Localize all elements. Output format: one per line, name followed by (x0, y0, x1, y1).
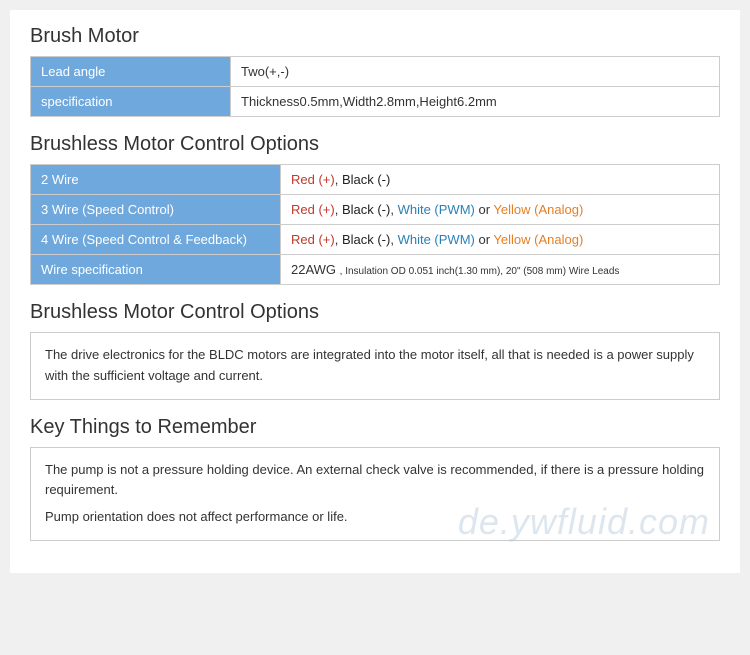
brushless-options-title: Brushless Motor Control Options (30, 133, 720, 156)
wire-spec-value: 22AWG , Insulation OD 0.051 inch(1.30 mm… (281, 255, 720, 285)
3wire-yellow: Yellow (Analog) (493, 202, 583, 217)
wire-spec-detail: , Insulation OD 0.051 inch(1.30 mm), 20"… (340, 266, 620, 277)
4wire-yellow: Yellow (Analog) (493, 232, 583, 247)
lead-angle-value: Two(+,-) (231, 57, 720, 87)
4wire-white: White (PWM) (398, 232, 475, 247)
2wire-label: 2 Wire (31, 165, 281, 195)
key-thing-2: Pump orientation does not affect perform… (45, 507, 705, 528)
3wire-label: 3 Wire (Speed Control) (31, 195, 281, 225)
3wire-red: Red (+) (291, 202, 335, 217)
4wire-label: 4 Wire (Speed Control & Feedback) (31, 225, 281, 255)
lead-angle-label: Lead angle (31, 57, 231, 87)
4wire-or: or (478, 232, 493, 247)
brushless-description-title: Brushless Motor Control Options (30, 301, 720, 324)
wire-spec-main: 22AWG (291, 262, 336, 277)
2wire-value: Red (+), Black (-) (281, 165, 720, 195)
3wire-black: Black (-) (342, 202, 390, 217)
3wire-or: or (478, 202, 493, 217)
table-row: 2 Wire Red (+), Black (-) (31, 165, 720, 195)
key-things-title: Key Things to Remember (30, 416, 720, 439)
2wire-black: Black (-) (342, 172, 390, 187)
4wire-value: Red (+), Black (-), White (PWM) or Yello… (281, 225, 720, 255)
table-row: 4 Wire (Speed Control & Feedback) Red (+… (31, 225, 720, 255)
table-row: Wire specification 22AWG , Insulation OD… (31, 255, 720, 285)
page-wrapper: Brush Motor Lead angle Two(+,-) specific… (10, 10, 740, 573)
4wire-black: Black (-) (342, 232, 390, 247)
lead-angle-text: Two(+,-) (241, 64, 289, 79)
brush-motor-table: Lead angle Two(+,-) specification Thickn… (30, 56, 720, 117)
key-things-box: The pump is not a pressure holding devic… (30, 447, 720, 541)
table-row: specification Thickness0.5mm,Width2.8mm,… (31, 87, 720, 117)
specification-text: Thickness0.5mm,Width2.8mm,Height6.2mm (241, 94, 497, 109)
3wire-value: Red (+), Black (-), White (PWM) or Yello… (281, 195, 720, 225)
brushless-options-table: 2 Wire Red (+), Black (-) 3 Wire (Speed … (30, 164, 720, 285)
key-thing-1: The pump is not a pressure holding devic… (45, 460, 705, 502)
table-row: 3 Wire (Speed Control) Red (+), Black (-… (31, 195, 720, 225)
brush-motor-title: Brush Motor (30, 25, 720, 48)
table-row: Lead angle Two(+,-) (31, 57, 720, 87)
3wire-white: White (PWM) (398, 202, 475, 217)
specification-value: Thickness0.5mm,Width2.8mm,Height6.2mm (231, 87, 720, 117)
specification-label: specification (31, 87, 231, 117)
4wire-red: Red (+) (291, 232, 335, 247)
2wire-red: Red (+) (291, 172, 335, 187)
brushless-description-box: The drive electronics for the BLDC motor… (30, 332, 720, 400)
wire-spec-label: Wire specification (31, 255, 281, 285)
brushless-description-text: The drive electronics for the BLDC motor… (45, 347, 694, 383)
